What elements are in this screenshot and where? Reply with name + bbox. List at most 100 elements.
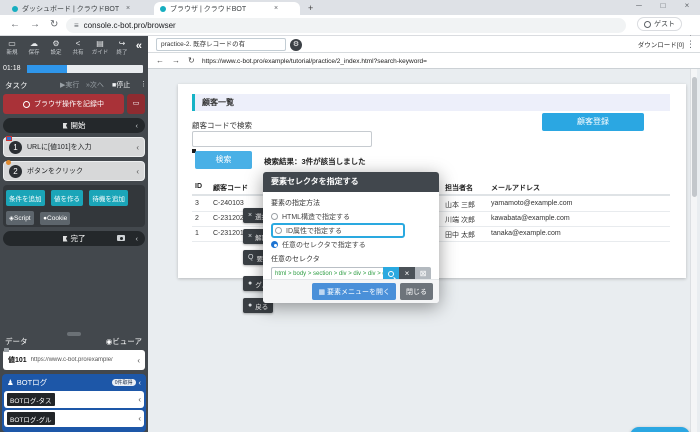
run-button[interactable]: ▶実行 — [60, 80, 79, 90]
site-settings-icon[interactable]: ≡ — [74, 21, 79, 30]
data-marker-icon — [4, 348, 9, 352]
chevron-left-icon[interactable]: ‹ — [138, 395, 141, 404]
task-label: タスク — [5, 80, 28, 91]
next-button[interactable]: »次へ — [86, 80, 104, 90]
add-wait-button[interactable]: 待機を追加 — [89, 190, 128, 206]
script-button[interactable]: ◈Script — [6, 211, 34, 225]
recording-panel-button[interactable]: ▭ — [127, 94, 145, 114]
bot-browser-url[interactable]: https://www.c-bot.pro/example/tutorial/p… — [202, 58, 427, 65]
new-tab-button[interactable]: + — [308, 3, 313, 13]
botlog-group: ♟ BOTログ 0件取得 ‹ BOTログ-タス ‹ BOTログ-グル ‹ — [2, 374, 146, 432]
radio-selected-icon[interactable] — [271, 241, 278, 248]
help-button[interactable]: ? ヘルプ — [630, 427, 690, 432]
chevron-left-icon[interactable]: ‹ — [138, 414, 141, 423]
window-close-button[interactable]: × — [678, 1, 696, 10]
tab-favicon — [12, 6, 18, 12]
recording-button[interactable]: ブラウザ操作を記録中 — [3, 94, 124, 114]
share-icon: < — [68, 39, 88, 48]
dot-icon: ● — [248, 302, 252, 309]
make-value-button[interactable]: 値を作る — [51, 190, 83, 206]
data-item-value101[interactable]: 値101 https://www.c-bot.pro/example/ ‹ — [3, 350, 145, 370]
tab-title: ダッシュボード | クラウドBOT — [22, 4, 122, 14]
window-maximize-button[interactable]: □ — [654, 1, 672, 10]
viewer-button[interactable]: ◉ビューア — [106, 336, 142, 347]
search-result-text: 検索結果：3件が該当しました — [264, 156, 366, 167]
chevron-left-icon[interactable]: ‹ — [136, 121, 139, 130]
vertical-scrollbar[interactable] — [690, 69, 697, 432]
browser-tab-browser[interactable]: ブラウザ | クラウドBOT × — [154, 2, 300, 15]
forward-icon[interactable]: → — [30, 19, 40, 30]
share-button[interactable]: <共有 — [68, 39, 88, 56]
chevron-left-icon[interactable]: ‹ — [139, 378, 142, 387]
recording-label: ブラウザ操作を記録中 — [34, 99, 104, 109]
downloads-label[interactable]: ダウンロード[0] — [638, 39, 684, 49]
stage-start-bar[interactable]: 開始 ‹ — [3, 118, 145, 133]
back-icon[interactable]: ← — [156, 56, 164, 65]
radio-icon[interactable] — [271, 213, 278, 220]
reload-icon[interactable]: ↻ — [188, 56, 195, 65]
open-element-menu-button[interactable]: ▦ 要素メニューを開く — [312, 283, 396, 300]
pawn-icon: ♟ — [7, 378, 14, 387]
step-marker-icon — [6, 136, 12, 141]
book-icon: ▤ — [90, 39, 110, 48]
cookie-button[interactable]: ●Cookie — [40, 212, 70, 225]
session-progress-fill — [27, 65, 67, 73]
stage-done-bar[interactable]: 完了 ‹ — [3, 231, 145, 246]
bot-browser-urlbar: ← → ↻ https://www.c-bot.pro/example/tuto… — [148, 53, 700, 69]
collapse-sidebar-icon[interactable]: « — [136, 40, 142, 52]
search-icon: Q — [248, 254, 253, 261]
new-bot-button[interactable]: ▭新規 — [2, 39, 22, 56]
botlog-label: BOTログ — [17, 377, 47, 388]
browser-toolbar: ← → ↻ ≡ console.c-bot.pro/browser ゲスト ⋮ — [0, 15, 700, 36]
settings-button[interactable]: ⚙設定 — [46, 39, 66, 56]
botlog-item-group[interactable]: BOTログ-グル ‹ — [4, 410, 144, 427]
register-customer-button[interactable]: 顧客登録 — [542, 113, 644, 131]
address-bar[interactable]: ≡ console.c-bot.pro/browser — [66, 18, 626, 33]
chevron-left-icon[interactable]: ‹ — [136, 143, 139, 152]
window-minimize-button[interactable]: ─ — [630, 1, 648, 10]
selector-label: 任意のセレクタ — [271, 254, 431, 264]
step-actions-panel: 条件を追加 値を作る 待機を追加 ◈Script ●Cookie — [3, 185, 145, 227]
chevron-left-icon[interactable]: ‹ — [137, 356, 140, 365]
cloud-icon: ☁ — [24, 39, 44, 48]
search-button[interactable]: 検索 — [195, 151, 252, 169]
exit-button[interactable]: ↪終了 — [112, 39, 132, 56]
save-button[interactable]: ☁保存 — [24, 39, 44, 56]
scrollbar-thumb[interactable] — [692, 77, 697, 197]
close-button[interactable]: 閉じる — [400, 283, 433, 300]
address-url: console.c-bot.pro/browser — [84, 21, 176, 30]
step-item-2[interactable]: 2 ボタンをクリック ‹ — [3, 161, 145, 181]
option-custom-selector[interactable]: 任意のセレクタで指定する — [271, 239, 431, 250]
task-menu-icon[interactable]: ⋮ — [140, 80, 147, 88]
browser-tab-dashboard[interactable]: ダッシュボード | クラウドBOT × — [6, 2, 152, 15]
panel-resize-handle[interactable] — [67, 332, 81, 336]
bot-browser-tab[interactable]: practice-2. 既存レコードの有 — [156, 38, 286, 51]
step-item-1[interactable]: 1 URLに[値101]を入力 ‹ — [3, 137, 145, 157]
guide-button[interactable]: ▤ガイド — [90, 39, 110, 56]
tab-close-icon[interactable]: × — [126, 5, 130, 12]
reload-icon[interactable]: ↻ — [50, 19, 58, 30]
search-icon — [388, 271, 394, 277]
tab-gear-icon[interactable]: ⚙ — [290, 39, 302, 51]
record-icon — [23, 101, 30, 108]
tab-close-icon[interactable]: × — [274, 5, 278, 12]
option-html-structure[interactable]: HTML構造で指定する — [271, 211, 431, 222]
gear-icon: ⚙ — [46, 39, 66, 48]
customer-code-input[interactable] — [192, 131, 372, 147]
back-icon[interactable]: ← — [10, 19, 20, 30]
file-icon: ▭ — [2, 39, 22, 48]
bot-browser-menu-icon[interactable]: ⋮ — [686, 39, 695, 50]
forward-icon[interactable]: → — [172, 56, 180, 65]
botlog-header[interactable]: ♟ BOTログ 0件取得 ‹ — [4, 376, 144, 389]
botlog-item-task[interactable]: BOTログ-タス ‹ — [4, 391, 144, 408]
add-condition-button[interactable]: 条件を追加 — [6, 190, 45, 206]
chevron-left-icon[interactable]: ‹ — [136, 234, 139, 243]
stage-done-label: 完了 — [71, 233, 86, 244]
camera-icon[interactable] — [117, 234, 125, 243]
stop-button[interactable]: ■停止 — [112, 80, 130, 90]
task-row: タスク ▶実行 »次へ ■停止 ⋮ — [0, 80, 148, 92]
chevron-left-icon[interactable]: ‹ — [136, 167, 139, 176]
radio-icon[interactable] — [275, 227, 282, 234]
guest-profile-button[interactable]: ゲスト — [637, 17, 682, 31]
option-id-attribute[interactable]: ID属性で指定する — [275, 225, 401, 236]
